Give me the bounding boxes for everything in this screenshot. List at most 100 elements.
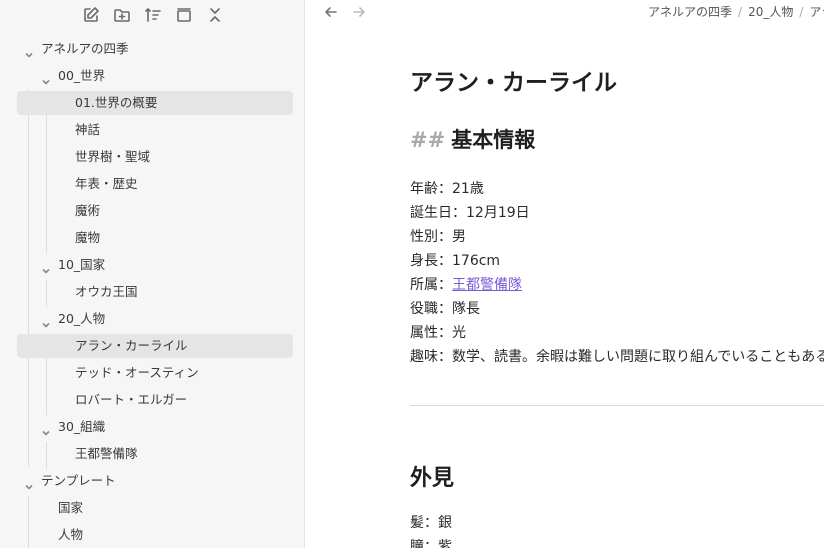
breadcrumb-item[interactable]: 20_人物 [748, 5, 793, 19]
tree-file[interactable]: 魔物 [0, 226, 293, 250]
property-colon: ： [424, 515, 438, 531]
tree-file-label: 魔術 [75, 203, 101, 218]
property-key: 年齢 [410, 181, 438, 197]
tree-folder[interactable]: アネルアの四季 [0, 37, 293, 61]
breadcrumb-separator: / [738, 5, 743, 19]
back-button[interactable] [321, 3, 341, 21]
tree-file-label: 王都警備隊 [75, 446, 138, 461]
tree-file[interactable]: 国家 [0, 496, 293, 520]
property-value: 隊長 [452, 301, 480, 317]
sort-button[interactable] [142, 4, 164, 26]
breadcrumb-item[interactable]: アネルアの四季 [648, 5, 732, 19]
tree-folder[interactable]: 30_組織 [0, 415, 293, 439]
tree-folder[interactable]: 00_世界 [0, 64, 293, 88]
new-note-icon [84, 7, 99, 22]
property-key: 性別 [410, 229, 438, 245]
property-line: 身長：176cm [410, 251, 500, 271]
tree-file[interactable]: 01.世界の概要 [17, 91, 293, 115]
property-value: 数学、読書。余暇は難しい問題に取り組んでいることもある [452, 349, 824, 365]
new-folder-button[interactable] [111, 4, 133, 26]
property-key: 瞳 [410, 539, 424, 548]
tree-file[interactable]: 王都警備隊 [0, 442, 293, 466]
tree-file[interactable]: 魔術 [0, 199, 293, 223]
internal-link[interactable]: 王都警備隊 [452, 277, 522, 293]
property-line: 年齢：21歳 [410, 179, 484, 199]
breadcrumb-separator: / [799, 5, 804, 19]
file-explorer-sidebar: アネルアの四季 00_世界 01.世界の概要神話世界樹・聖域 年表・歴史魔術魔物 10_… [0, 0, 305, 548]
tree-folder-label: アネルアの四季 [41, 41, 129, 56]
tree-folder[interactable]: テンプレート [0, 469, 293, 493]
explorer-toolbar [80, 4, 226, 26]
collapse-all-icon [210, 8, 220, 22]
property-line: 役職：隊長 [410, 299, 480, 319]
new-folder-icon [114, 9, 130, 22]
tree-file[interactable]: ロバート・エルガー [0, 388, 293, 412]
property-colon: ： [424, 539, 438, 548]
property-value: 銀 [438, 515, 452, 531]
breadcrumb: アネルアの四季 / 20_人物 / アラ [648, 3, 824, 21]
forward-button[interactable] [349, 3, 369, 21]
property-key: 身長 [410, 253, 438, 269]
tree-file[interactable]: オウカ王国 [0, 280, 293, 304]
collapse-all-button[interactable] [204, 4, 226, 26]
tree-folder[interactable]: 20_人物 [0, 307, 293, 331]
property-key: 所属 [410, 277, 438, 293]
section-heading-text: 基本情報 [451, 128, 536, 152]
property-colon: ： [438, 181, 452, 197]
tree-file[interactable]: 神話 [0, 118, 293, 142]
property-key: 趣味 [410, 349, 438, 365]
tree-file-label: 国家 [58, 500, 84, 515]
property-value: 12月19日 [466, 205, 530, 221]
sort-icon [145, 8, 161, 22]
note-title[interactable]: アラン・カーライル [410, 63, 617, 97]
tree-folder[interactable]: 10_国家 [0, 253, 293, 277]
property-colon: ： [438, 253, 452, 269]
tree-file-label: 01.世界の概要 [75, 95, 158, 110]
tree-file-label: 魔物 [75, 230, 101, 245]
chevron-down-icon[interactable] [24, 44, 34, 58]
chevron-down-icon[interactable] [41, 71, 51, 85]
property-value: 男 [452, 229, 466, 245]
property-line: 誕生日：12月19日 [410, 203, 530, 223]
property-colon: ： [438, 229, 452, 245]
tree-file-label: 年表・歴史 [75, 176, 138, 191]
property-line: 髪：銀 [410, 513, 452, 533]
breadcrumb-item[interactable]: アラ [809, 5, 824, 19]
property-line: 性別：男 [410, 227, 466, 247]
property-line: 瞳：紫 [410, 537, 452, 548]
tree-file[interactable]: アラン・カーライル [17, 334, 293, 358]
auto-reveal-icon [177, 8, 191, 22]
chevron-down-icon[interactable] [41, 422, 51, 436]
arrow-right-icon [353, 7, 365, 17]
editor-pane: アネルアの四季 / 20_人物 / アラ アラン・カーライル ##基本情報 年齢：21歳… [305, 0, 824, 548]
property-colon: ： [438, 277, 452, 293]
property-key: 髪 [410, 515, 424, 531]
tree-folder-label: 10_国家 [58, 257, 106, 272]
appearance-heading: 外見 [410, 466, 455, 491]
auto-reveal-button[interactable] [173, 4, 195, 26]
property-line: 所属：王都警備隊 [410, 275, 522, 295]
property-colon: ： [452, 205, 466, 221]
property-colon: ： [438, 301, 452, 317]
chevron-down-icon[interactable] [24, 476, 34, 490]
chevron-down-icon[interactable] [41, 260, 51, 274]
heading-marker: ## [410, 128, 446, 152]
tree-folder-label: 30_組織 [58, 419, 106, 434]
tree-file-label: 世界樹・聖域 [75, 149, 151, 164]
tree-file[interactable]: 年表・歴史 [0, 172, 293, 196]
tree-folder-label: テンプレート [41, 473, 116, 488]
property-key: 属性 [410, 325, 438, 341]
tree-file-label: テッド・オースティン [75, 365, 199, 380]
tree-file-label: 人物 [58, 527, 84, 542]
tree-file-label: アラン・カーライル [75, 338, 188, 353]
tree-folder-label: 00_世界 [58, 68, 106, 83]
property-value: 176cm [452, 253, 501, 269]
tree-folder-label: 20_人物 [58, 311, 106, 326]
chevron-down-icon[interactable] [41, 314, 51, 328]
tree-file[interactable]: テッド・オースティン [0, 361, 293, 385]
tree-file[interactable]: 人物 [0, 523, 293, 547]
tree-file[interactable]: 世界樹・聖域 [0, 145, 293, 169]
new-note-button[interactable] [80, 4, 102, 26]
tree-file-label: オウカ王国 [75, 284, 138, 299]
property-value: 光 [452, 325, 466, 341]
